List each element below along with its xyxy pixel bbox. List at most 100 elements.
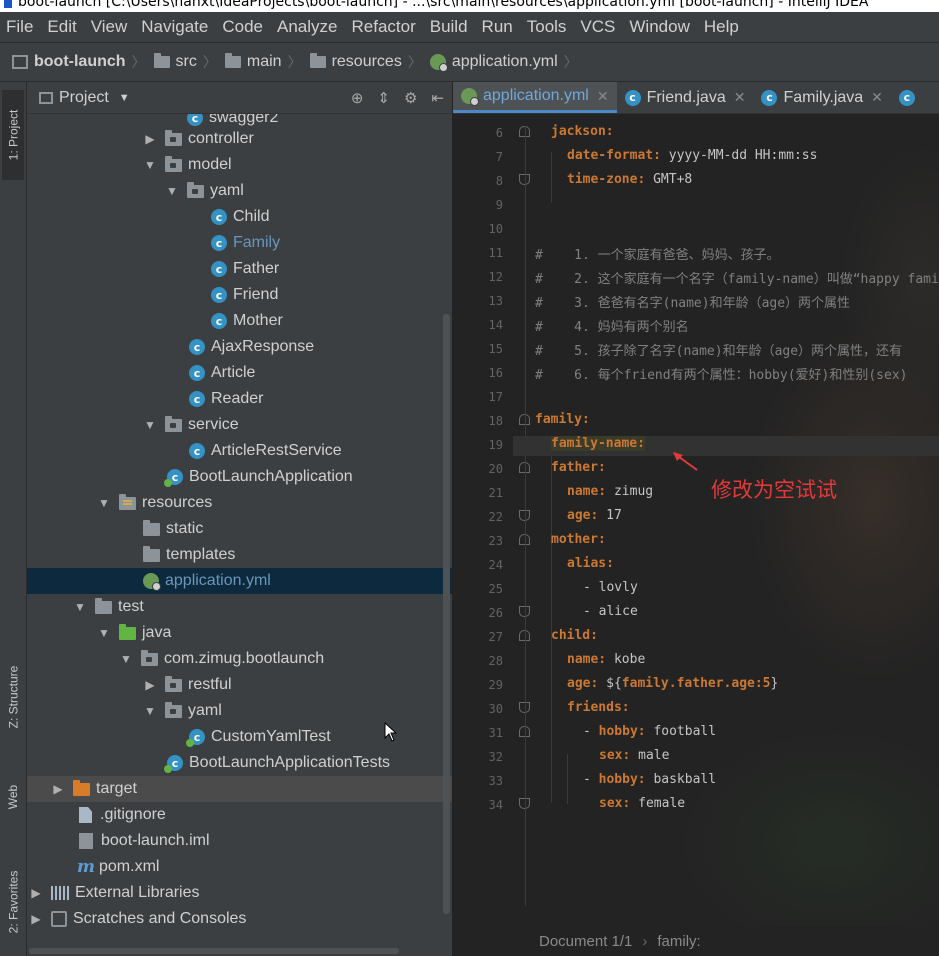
- tree-item-gitignore[interactable]: .gitignore: [27, 802, 452, 828]
- code-line: father:: [551, 460, 606, 475]
- tree-item-model[interactable]: ▼ model: [27, 152, 452, 178]
- tab-overflow[interactable]: c: [891, 82, 929, 113]
- tree-item-com-zimug-bootlaunch[interactable]: ▼ com.zimug.bootlaunch: [27, 646, 452, 672]
- tree-item-articlerestservice[interactable]: c ArticleRestService: [27, 438, 452, 464]
- collapse-arrow-icon[interactable]: ▼: [165, 184, 179, 198]
- collapse-arrow-icon[interactable]: ▼: [97, 496, 111, 510]
- document-indicator[interactable]: Document 1/1: [539, 933, 632, 950]
- breadcrumb-application-yml[interactable]: application.yml 〉: [429, 52, 586, 72]
- code-line: child:: [551, 628, 598, 643]
- menu-refactor[interactable]: Refactor: [351, 17, 415, 37]
- tree-item-restful[interactable]: ▶ restful: [27, 672, 452, 698]
- package-icon: [187, 181, 204, 198]
- tree-item-scratches[interactable]: ▶ Scratches and Consoles: [27, 906, 452, 932]
- tree-item-pom-xml[interactable]: m pom.xml: [27, 854, 452, 880]
- menu-code[interactable]: Code: [222, 17, 263, 37]
- menu-analyze[interactable]: Analyze: [277, 17, 337, 37]
- folder-icon: [95, 597, 112, 614]
- tree-item-boot-launch-iml[interactable]: boot-launch.iml: [27, 828, 452, 854]
- tree-item-resources[interactable]: ▼ resources: [27, 490, 452, 516]
- menu-tools[interactable]: Tools: [527, 17, 567, 37]
- comment-line: # 2. 这个家庭有一个名字（family-name）叫做“happy fami…: [535, 272, 939, 287]
- tree-item-external-libraries[interactable]: ▶ External Libraries: [27, 880, 452, 906]
- code-line: - hobby: football: [583, 724, 717, 739]
- collapse-arrow-icon[interactable]: ▼: [143, 418, 157, 432]
- tree-item-reader[interactable]: c Reader: [27, 386, 452, 412]
- horizontal-scrollbar[interactable]: [29, 948, 399, 954]
- menu-edit[interactable]: Edit: [47, 17, 76, 37]
- collapse-arrow-icon[interactable]: ▼: [143, 158, 157, 172]
- tool-tab-structure[interactable]: Z: Structure: [2, 642, 24, 752]
- class-icon: c: [189, 391, 205, 407]
- close-icon[interactable]: ✕: [871, 89, 883, 106]
- expand-arrow-icon[interactable]: ▶: [29, 886, 43, 900]
- tree-item-child[interactable]: c Child: [27, 204, 452, 230]
- line-number: 8: [495, 174, 503, 188]
- tree-item-ajaxresponse[interactable]: c AjaxResponse: [27, 334, 452, 360]
- tab-family-java[interactable]: c Family.java ✕: [753, 82, 890, 113]
- scroll-from-source-icon[interactable]: ⊕: [351, 89, 364, 107]
- collapse-arrow-icon[interactable]: ▼: [143, 704, 157, 718]
- tree-item-yaml[interactable]: ▼ yaml: [27, 178, 452, 204]
- expand-arrow-icon[interactable]: ▶: [29, 912, 43, 926]
- menu-vcs[interactable]: VCS: [580, 17, 615, 37]
- breadcrumb-resources[interactable]: resources 〉: [309, 52, 430, 72]
- tool-tab-project[interactable]: 1: Project: [2, 90, 24, 180]
- tool-tab-web[interactable]: Web: [2, 767, 24, 827]
- collapse-arrow-icon[interactable]: ▼: [97, 626, 111, 640]
- tree-item-mother[interactable]: c Mother: [27, 308, 452, 334]
- tree-item-father[interactable]: c Father: [27, 256, 452, 282]
- collapse-arrow-icon[interactable]: ▼: [73, 600, 87, 614]
- tree-item-family[interactable]: c Family: [27, 230, 452, 256]
- menu-navigate[interactable]: Navigate: [141, 17, 208, 37]
- tab-friend-java[interactable]: c Friend.java ✕: [617, 82, 754, 113]
- tree-item-friend[interactable]: c Friend: [27, 282, 452, 308]
- menu-view[interactable]: View: [91, 17, 128, 37]
- gear-icon[interactable]: ⚙: [404, 89, 417, 107]
- editor-pane: application.yml ✕ c Friend.java ✕ c Fami…: [452, 82, 939, 956]
- close-icon[interactable]: ✕: [734, 89, 746, 106]
- tree-item-java[interactable]: ▼ java: [27, 620, 452, 646]
- project-view-selector[interactable]: Project: [59, 89, 109, 107]
- breadcrumb-src[interactable]: src 〉: [153, 52, 225, 72]
- tab-application-yml[interactable]: application.yml ✕: [453, 82, 617, 113]
- yaml-path[interactable]: family:: [657, 933, 700, 950]
- menu-window[interactable]: Window: [629, 17, 689, 37]
- tree-item-application-yml[interactable]: application.yml: [27, 568, 452, 594]
- class-icon: c: [898, 89, 915, 106]
- tree-item-article[interactable]: c Article: [27, 360, 452, 386]
- tree-item-test[interactable]: ▼ test: [27, 594, 452, 620]
- menu-run[interactable]: Run: [482, 17, 513, 37]
- breadcrumb-project[interactable]: boot-launch 〉: [12, 52, 154, 72]
- breadcrumb-main[interactable]: main 〉: [224, 52, 310, 72]
- line-number: 9: [495, 198, 503, 212]
- expand-arrow-icon[interactable]: ▶: [143, 132, 157, 146]
- tree-item-bootlaunchapplication[interactable]: c BootLaunchApplication: [27, 464, 452, 490]
- vertical-scrollbar[interactable]: [443, 314, 450, 914]
- hide-panel-icon[interactable]: ⇤: [431, 89, 444, 107]
- line-number: 11: [488, 246, 503, 260]
- menu-help[interactable]: Help: [704, 17, 739, 37]
- line-number: 26: [488, 606, 503, 620]
- tree-item-target[interactable]: ▶ target: [27, 776, 452, 802]
- tool-tab-favorites[interactable]: 2: Favorites: [2, 852, 24, 952]
- code-area[interactable]: jackson: date-format: yyyy-MM-dd HH:mm:s…: [513, 114, 939, 924]
- folder-icon: [143, 545, 160, 562]
- tree-item-test-yaml[interactable]: ▼ yaml: [27, 698, 452, 724]
- tree-item-templates[interactable]: templates: [27, 542, 452, 568]
- package-icon: [165, 129, 182, 146]
- collapse-arrow-icon[interactable]: ▼: [119, 652, 133, 666]
- collapse-all-icon[interactable]: ⇕: [377, 89, 390, 107]
- expand-arrow-icon[interactable]: ▶: [143, 678, 157, 692]
- comment-line: # 5. 孩子除了名字(name)和年龄（age）两个属性，还有: [535, 344, 903, 359]
- chevron-down-icon[interactable]: ▼: [119, 92, 130, 104]
- scratch-icon: [51, 911, 67, 927]
- tree-item-bootlaunchapplicationtests[interactable]: c BootLaunchApplicationTests: [27, 750, 452, 776]
- menu-file[interactable]: File: [6, 17, 33, 37]
- tree-item-static[interactable]: static: [27, 516, 452, 542]
- tree-item-service[interactable]: ▼ service: [27, 412, 452, 438]
- tree-item-controller[interactable]: ▶ controller: [27, 126, 452, 152]
- menu-build[interactable]: Build: [430, 17, 468, 37]
- expand-arrow-icon[interactable]: ▶: [51, 782, 65, 796]
- close-icon[interactable]: ✕: [597, 88, 609, 105]
